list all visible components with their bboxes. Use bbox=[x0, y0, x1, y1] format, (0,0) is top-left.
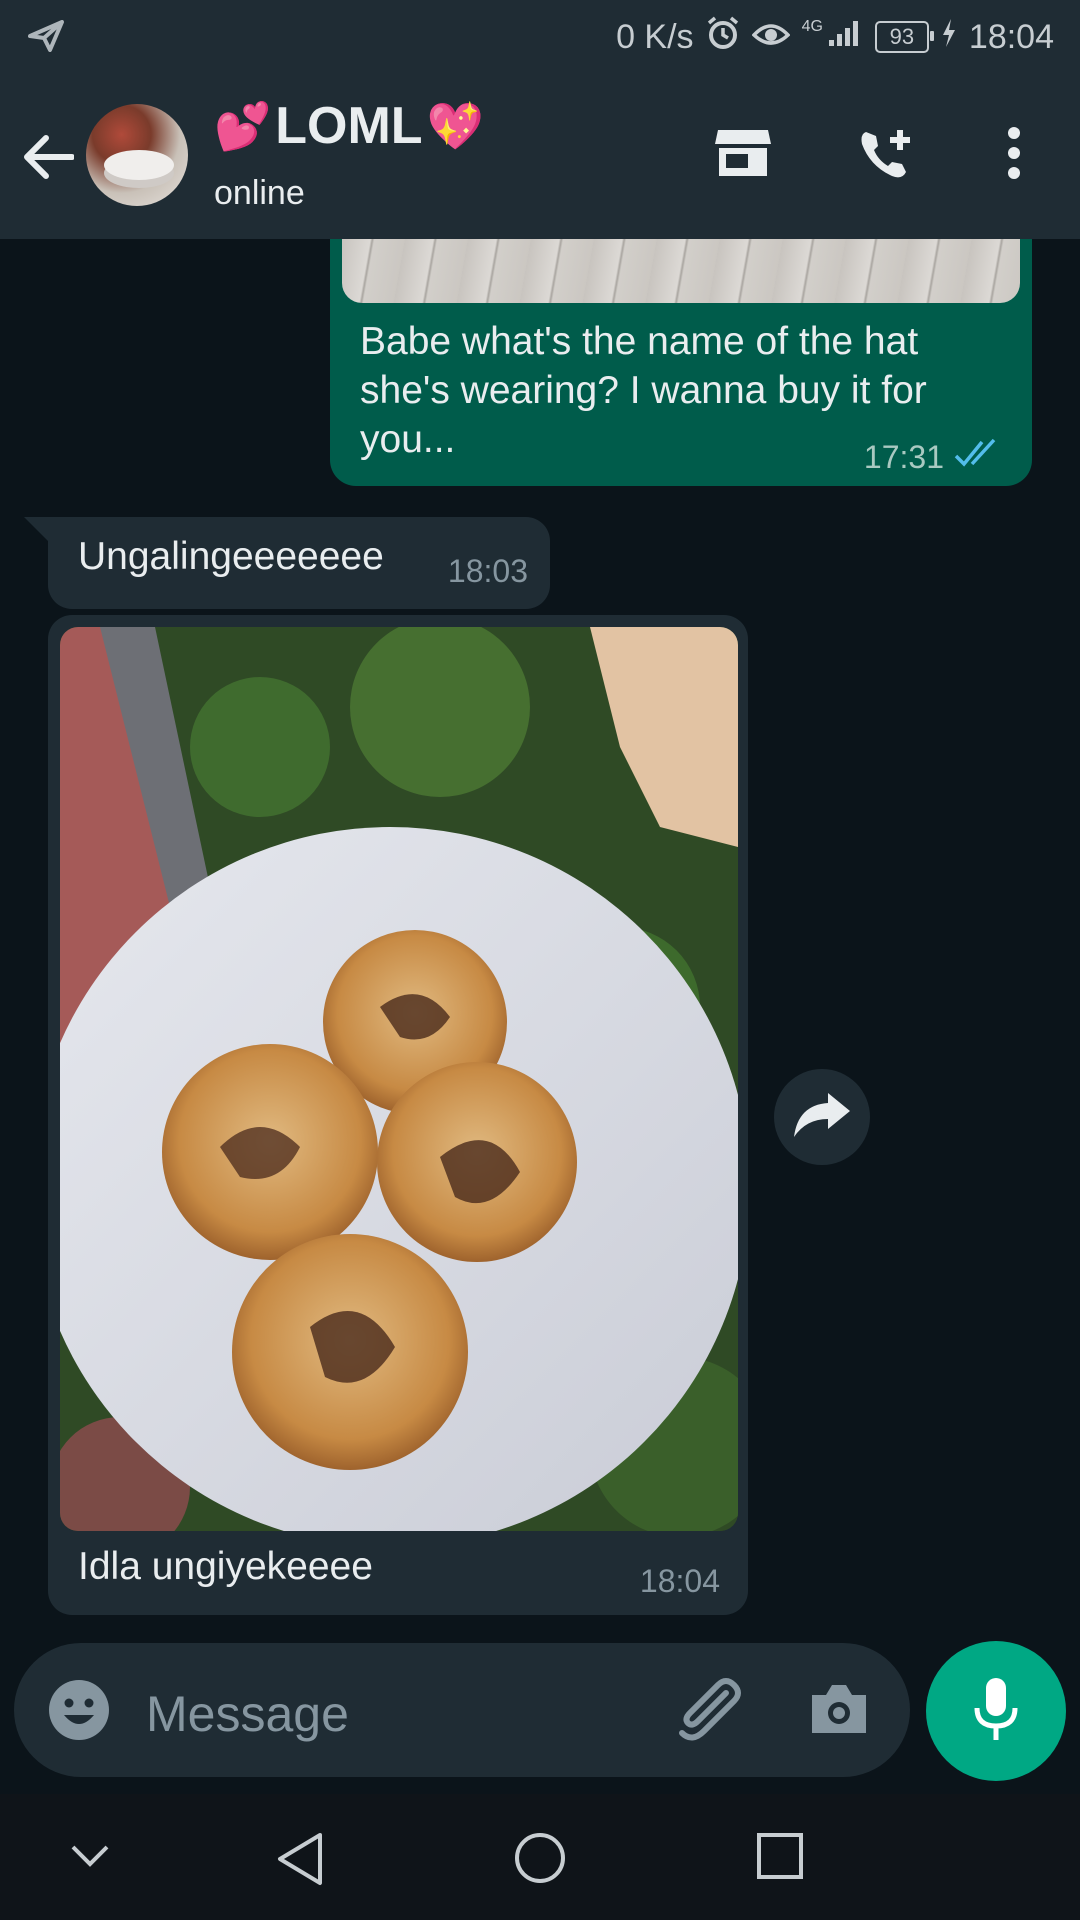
image-caption: Idla ungiyekeeee bbox=[78, 1545, 373, 1588]
eye-comfort-icon bbox=[751, 18, 791, 57]
nav-recents-icon[interactable] bbox=[756, 1832, 804, 1885]
system-nav-bar bbox=[0, 1794, 1080, 1920]
image-message-bubble[interactable]: Idla ungiyekeeee 18:04 bbox=[48, 615, 748, 1615]
shared-photo[interactable] bbox=[60, 627, 738, 1531]
nav-back-icon[interactable] bbox=[276, 1832, 324, 1891]
back-arrow-icon[interactable] bbox=[22, 134, 75, 185]
message-bubble-incoming[interactable]: Ungalingeeeeeee 18:03 bbox=[24, 517, 550, 609]
message-composer[interactable]: Message bbox=[14, 1643, 910, 1777]
message-time: 18:04 bbox=[639, 1563, 720, 1599]
message-input[interactable]: Message bbox=[146, 1685, 349, 1743]
message-bubble-outgoing[interactable]: Babe what's the name of the hat she's we… bbox=[330, 239, 1032, 486]
avatar[interactable] bbox=[86, 104, 188, 206]
heart-emoji-left: 💕 bbox=[214, 99, 272, 152]
battery-indicator: 93 bbox=[874, 21, 934, 53]
status-time: 18:04 bbox=[968, 17, 1054, 56]
image-thumbnail[interactable] bbox=[342, 239, 1020, 303]
network-type: 4G bbox=[801, 18, 823, 35]
alarm-icon bbox=[706, 16, 740, 59]
message-list[interactable]: Babe what's the name of the hat she's we… bbox=[0, 239, 1080, 1794]
double-check-icon bbox=[954, 438, 1002, 476]
nav-home-icon[interactable] bbox=[514, 1832, 566, 1889]
heart-emoji-right: 💖 bbox=[426, 99, 484, 152]
signal-icon bbox=[827, 18, 863, 57]
forward-icon bbox=[792, 1092, 852, 1142]
charging-bolt-icon bbox=[941, 18, 957, 57]
voice-message-button[interactable] bbox=[926, 1641, 1066, 1781]
emoji-icon[interactable] bbox=[48, 1679, 110, 1746]
contact-name[interactable]: 💕 LOML 💖 bbox=[214, 96, 484, 156]
camera-icon[interactable] bbox=[808, 1681, 870, 1742]
network-speed: 0 K/s bbox=[616, 17, 694, 56]
message-time: 17:31 bbox=[863, 438, 944, 475]
paperclip-icon[interactable] bbox=[674, 1675, 744, 1750]
chat-header: 💕 LOML 💖 online bbox=[0, 74, 1080, 239]
contact-name-text: LOML bbox=[275, 97, 423, 155]
chevron-down-icon[interactable] bbox=[70, 1844, 110, 1873]
telegram-send-icon bbox=[28, 20, 64, 57]
contact-status: online bbox=[214, 174, 305, 212]
mic-icon bbox=[973, 1676, 1019, 1747]
store-icon[interactable] bbox=[714, 126, 772, 183]
message-text: Ungalingeeeeeee bbox=[78, 535, 384, 578]
forward-button[interactable] bbox=[774, 1069, 870, 1165]
message-meta: 17:31 bbox=[864, 438, 1002, 476]
message-time: 18:03 bbox=[447, 553, 528, 589]
more-vert-icon[interactable] bbox=[1006, 126, 1022, 185]
add-call-icon[interactable] bbox=[858, 126, 918, 187]
status-bar: 0 K/s 4G 93 18:04 bbox=[0, 0, 1080, 74]
